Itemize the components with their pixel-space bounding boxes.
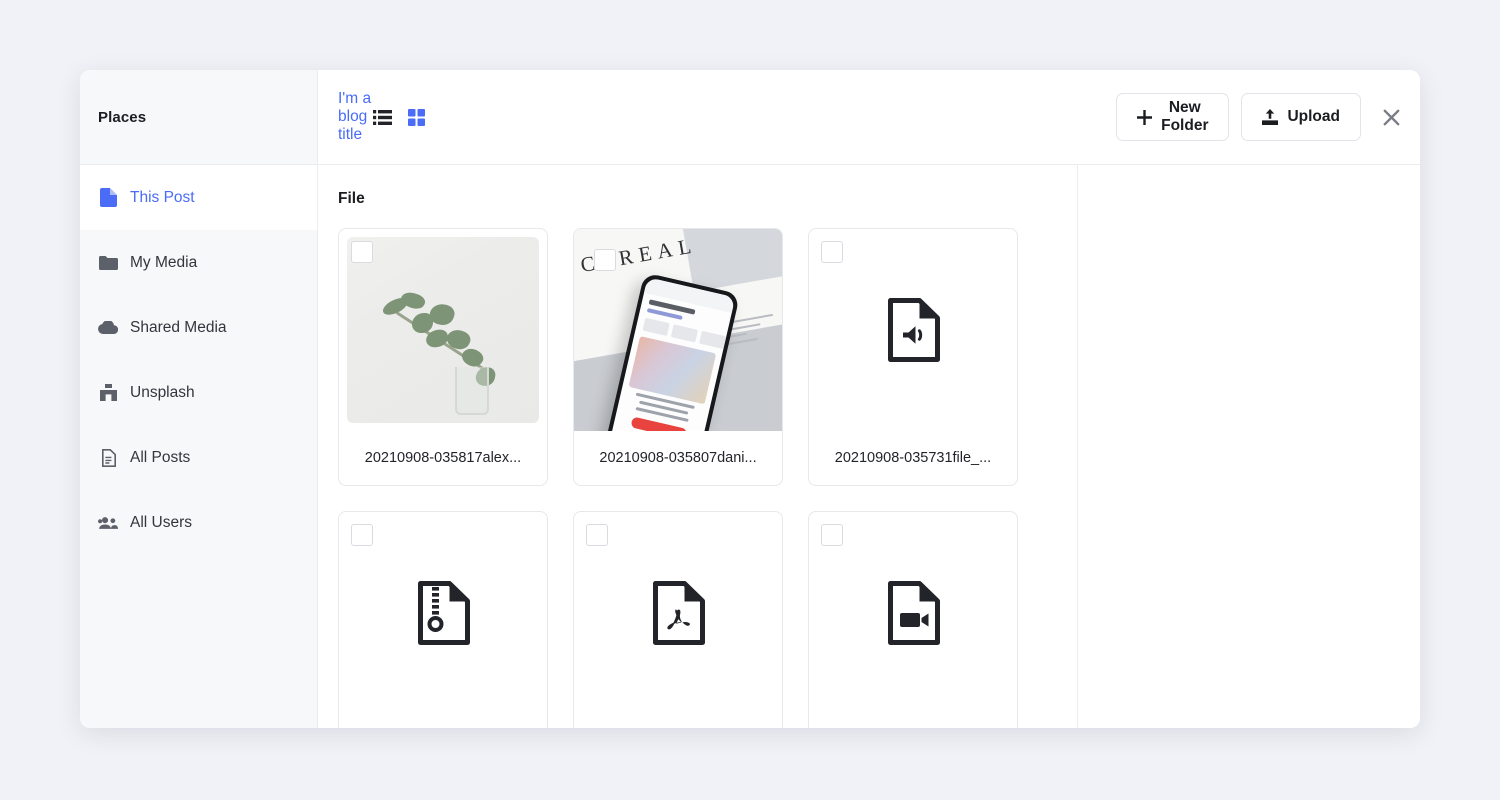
sidebar-item-shared-media[interactable]: Shared Media <box>80 295 317 360</box>
file-checkbox[interactable] <box>351 241 373 263</box>
sidebar-item-label: This Post <box>130 188 195 206</box>
new-folder-label: New Folder <box>1161 99 1209 134</box>
file-card[interactable]: 20210908-035731file_... <box>808 228 1018 486</box>
file-card[interactable]: 20210908-035817alex... <box>338 228 548 486</box>
file-thumbnail <box>817 520 1009 706</box>
sidebar-item-all-posts[interactable]: All Posts <box>80 425 317 490</box>
sidebar-item-unsplash[interactable]: Unsplash <box>80 360 317 425</box>
file-thumbnail <box>347 237 539 423</box>
document-icon <box>98 448 118 467</box>
file-card[interactable] <box>808 511 1018 728</box>
sidebar-item-label: Shared Media <box>130 318 227 336</box>
file-card[interactable] <box>573 511 783 728</box>
file-card[interactable]: CEREAL 20210908-035807dani... <box>573 228 783 486</box>
grid-view-icon[interactable] <box>408 108 1088 126</box>
file-audio-icon <box>886 298 940 362</box>
sidebar-nav: This Post My Media Shared Media Unsplash <box>80 165 317 555</box>
sidebar: Places This Post My Media Shared Media U… <box>80 70 318 728</box>
upload-button[interactable]: Upload <box>1241 93 1361 141</box>
sidebar-title: Places <box>98 108 147 126</box>
file-zip-icon <box>416 581 470 645</box>
file-name <box>574 714 782 728</box>
new-folder-button[interactable]: New Folder <box>1116 93 1230 141</box>
file-checkbox[interactable] <box>586 524 608 546</box>
sidebar-item-all-users[interactable]: All Users <box>80 490 317 555</box>
file-thumbnail <box>817 237 1009 423</box>
content-area: I'm a blog title New Folder Upload File … <box>318 70 1420 728</box>
sidebar-header: Places <box>80 70 317 165</box>
sidebar-item-label: My Media <box>130 253 198 271</box>
file-pdf-icon <box>651 581 705 645</box>
plus-icon <box>1137 109 1153 125</box>
file-name: 20210908-035731file_... <box>834 450 992 466</box>
file-icon <box>98 188 118 207</box>
file-checkbox[interactable] <box>351 524 373 546</box>
breadcrumb[interactable]: I'm a blog title <box>338 90 373 144</box>
sidebar-item-this-post[interactable]: This Post <box>80 165 317 230</box>
folder-icon <box>98 255 118 271</box>
toolbar: I'm a blog title New Folder Upload <box>318 70 1420 165</box>
section-title: File <box>338 190 365 207</box>
file-thumbnail <box>347 520 539 706</box>
sidebar-item-label: All Users <box>130 513 193 531</box>
sidebar-item-my-media[interactable]: My Media <box>80 230 317 295</box>
upload-icon <box>1262 109 1279 125</box>
file-thumbnail <box>582 520 774 706</box>
file-video-icon <box>886 581 940 645</box>
close-icon[interactable] <box>1383 102 1400 132</box>
file-name: 20210908-035817alex... <box>364 450 522 466</box>
file-name: 20210908-035807dani... <box>599 450 757 466</box>
sidebar-item-label: Unsplash <box>130 383 195 401</box>
file-name <box>809 714 1017 728</box>
view-toggle-group <box>373 108 1088 126</box>
files-pane: File 20210908-035817alex... CEREAL 20210… <box>318 165 1078 728</box>
media-library-modal: Places This Post My Media Shared Media U… <box>80 70 1420 728</box>
unsplash-icon <box>98 384 118 401</box>
upload-label: Upload <box>1287 108 1340 125</box>
file-checkbox[interactable] <box>821 524 843 546</box>
file-name <box>339 714 547 728</box>
cloud-icon <box>98 320 118 335</box>
sidebar-item-label: All Posts <box>130 448 191 466</box>
detail-pane <box>1078 165 1420 728</box>
file-card[interactable] <box>338 511 548 728</box>
file-checkbox[interactable] <box>594 249 616 271</box>
file-grid: 20210908-035817alex... CEREAL 20210908-0… <box>338 228 1057 728</box>
users-icon <box>98 516 118 530</box>
file-checkbox[interactable] <box>821 241 843 263</box>
list-view-icon[interactable] <box>373 109 393 125</box>
body-split: File 20210908-035817alex... CEREAL 20210… <box>318 165 1420 728</box>
plant-image <box>347 237 539 423</box>
